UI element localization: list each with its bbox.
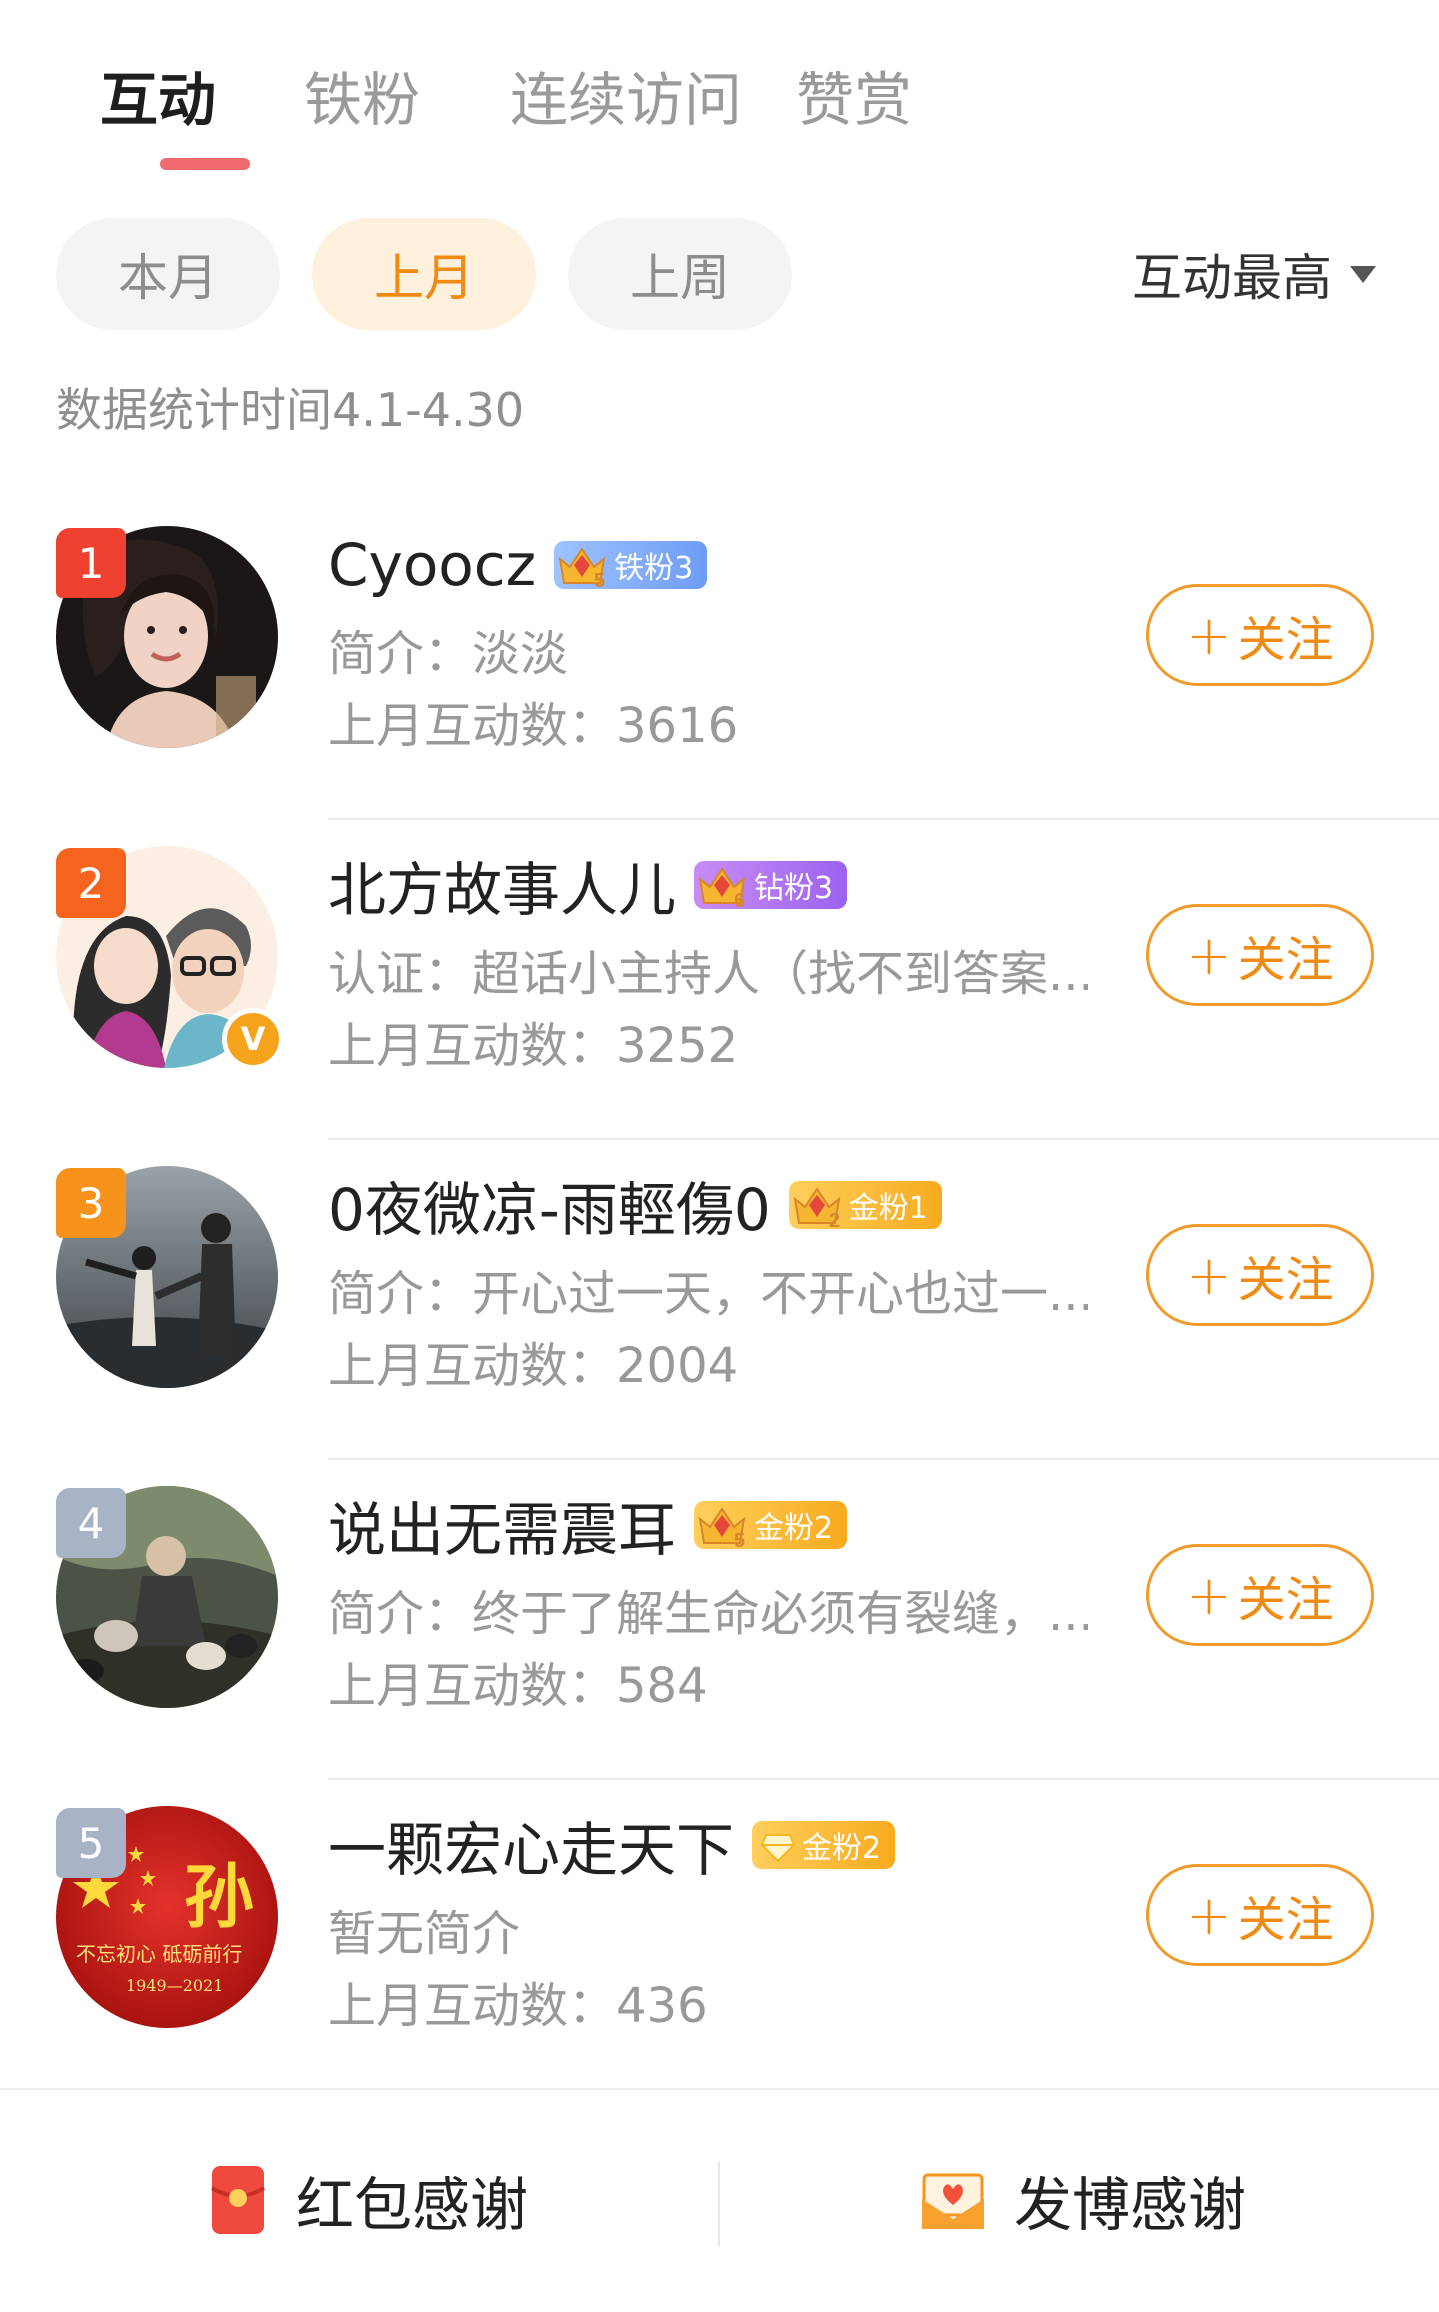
fan-badge-label: 铁粉3 <box>614 551 694 586</box>
list-item[interactable]: 3 0夜微凉-雨輕傷0 2 金粉1 简介：开心过一天，不开心也过一... 上月互… <box>0 1140 1439 1460</box>
name-line: 0夜微凉-雨輕傷0 2 金粉1 <box>328 1170 942 1244</box>
fan-badge: 5 铁粉3 <box>554 541 708 592</box>
avatar-slogan: 不忘初心 砥砺前行 <box>76 1942 242 1966</box>
rank-badge: 3 <box>56 1168 126 1238</box>
red-packet-thanks-button[interactable]: 红包感谢 <box>210 2152 528 2248</box>
follow-label: 关注 <box>1237 1252 1334 1308</box>
tab-interaction[interactable]: 互动 <box>100 58 216 142</box>
fan-badge-label: 钻粉3 <box>754 871 834 906</box>
fan-badge: 金粉2 <box>752 1821 896 1869</box>
verified-icon: V <box>222 1008 284 1070</box>
rank-badge: 4 <box>56 1488 126 1558</box>
name-line: 北方故事人儿 6 钻粉3 <box>328 850 848 924</box>
interaction-count: 上月互动数：436 <box>328 1978 708 2034</box>
fan-level: 5 <box>594 570 605 589</box>
avatar-years: 1949—2021 <box>126 1976 223 1995</box>
crown-icon: 5 <box>554 541 610 592</box>
post-thanks-button[interactable]: 发博感谢 <box>918 2152 1246 2248</box>
red-packet-thanks-label: 红包感谢 <box>296 2171 529 2239</box>
divider <box>718 2162 720 2246</box>
fan-badge: 5 金粉2 <box>694 1501 848 1552</box>
envelope-heart-icon <box>918 2165 988 2235</box>
name-line: 说出无需震耳 5 金粉2 <box>328 1490 848 1564</box>
active-tab-indicator <box>160 158 250 170</box>
tab-iron-fans[interactable]: 铁粉 <box>304 58 420 142</box>
filter-last-month[interactable]: 上月 <box>312 218 536 330</box>
plus-icon: + <box>1186 603 1232 667</box>
fan-level: 2 <box>829 1210 840 1229</box>
fan-badge-label: 金粉2 <box>802 1831 882 1866</box>
filter-last-week[interactable]: 上周 <box>568 218 792 330</box>
follow-label: 关注 <box>1237 932 1334 988</box>
plus-icon: + <box>1186 1243 1232 1307</box>
caret-down-icon <box>1350 265 1376 283</box>
plus-icon: + <box>1186 1883 1232 1947</box>
tab-consecutive-visits[interactable]: 连续访问 <box>510 58 742 142</box>
interaction-count: 上月互动数：3252 <box>328 1018 739 1074</box>
crown-icon: 5 <box>694 1501 750 1552</box>
plus-icon: + <box>1186 923 1232 987</box>
fan-level: 6 <box>734 890 745 909</box>
follow-button[interactable]: + 关注 <box>1146 904 1374 1006</box>
user-description: 认证：超话小主持人（找不到答案... <box>328 946 1088 1002</box>
interaction-count: 上月互动数：2004 <box>328 1338 739 1394</box>
crown-icon: 6 <box>694 861 750 912</box>
sort-dropdown[interactable]: 互动最高 <box>1132 238 1376 310</box>
user-description: 简介：终于了解生命必须有裂缝，... <box>328 1586 1088 1642</box>
fan-level: 5 <box>734 1530 745 1549</box>
rank-badge: 2 <box>56 848 126 918</box>
follow-button[interactable]: + 关注 <box>1146 1544 1374 1646</box>
fan-badge: 2 金粉1 <box>788 1181 942 1232</box>
follow-label: 关注 <box>1237 1892 1334 1948</box>
crown-icon: 2 <box>789 1181 845 1232</box>
username[interactable]: 一颗宏心走天下 <box>328 1803 734 1887</box>
rank-badge: 5 <box>56 1808 126 1878</box>
follow-button[interactable]: + 关注 <box>1146 1864 1374 1966</box>
gem-icon <box>758 1821 798 1869</box>
plus-icon: + <box>1186 1563 1232 1627</box>
post-thanks-label: 发博感谢 <box>1014 2171 1247 2239</box>
username[interactable]: Cyoocz <box>328 531 536 599</box>
tab-rewards[interactable]: 赞赏 <box>796 58 912 142</box>
follow-button[interactable]: + 关注 <box>1146 1224 1374 1326</box>
interaction-count: 上月互动数：3616 <box>328 698 739 754</box>
rank-badge: 1 <box>56 528 126 598</box>
filter-this-month[interactable]: 本月 <box>56 218 280 330</box>
username[interactable]: 说出无需震耳 <box>328 1483 676 1567</box>
follow-button[interactable]: + 关注 <box>1146 584 1374 686</box>
fan-badge: 6 钻粉3 <box>694 861 848 912</box>
avatar-character: 孙 <box>184 1855 254 1938</box>
bottom-action-bar: 红包感谢 发博感谢 <box>0 2088 1439 2312</box>
list-item[interactable]: 4 说出无需震耳 5 金粉2 简介：终于了解生命必须有裂缝，... 上月互动数：… <box>0 1460 1439 1780</box>
top-tab-bar: 互动 铁粉 连续访问 赞赏 <box>0 0 1439 190</box>
list-item[interactable]: 1 Cyoocz 5 铁粉3 简介：淡淡 上月互动数：3616 + 关注 <box>0 500 1439 820</box>
list-item[interactable]: 孙 不忘初心 砥砺前行 1949—2021 5 一颗宏心走天下 金粉2 暂无简介… <box>0 1780 1439 2100</box>
name-line: Cyoocz 5 铁粉3 <box>328 530 708 600</box>
username[interactable]: 北方故事人儿 <box>328 843 676 927</box>
name-line: 一颗宏心走天下 金粉2 <box>328 1810 896 1884</box>
user-description: 简介：开心过一天，不开心也过一... <box>328 1266 1088 1322</box>
fan-badge-label: 金粉2 <box>754 1511 834 1546</box>
follow-label: 关注 <box>1237 1572 1334 1628</box>
user-description: 暂无简介 <box>328 1906 521 1962</box>
sort-label: 互动最高 <box>1132 249 1332 307</box>
fan-ranking-list: 1 Cyoocz 5 铁粉3 简介：淡淡 上月互动数：3616 + 关注 2 V… <box>0 500 1439 2100</box>
username[interactable]: 0夜微凉-雨輕傷0 <box>328 1163 771 1247</box>
follow-label: 关注 <box>1237 612 1334 668</box>
date-range-text: 数据统计时间4.1-4.30 <box>56 383 525 437</box>
red-packet-icon <box>210 2164 266 2236</box>
user-description: 简介：淡淡 <box>328 626 569 682</box>
fan-badge-label: 金粉1 <box>848 1191 928 1226</box>
list-item[interactable]: 2 V 北方故事人儿 6 钻粉3 认证：超话小主持人（找不到答案... 上月互动… <box>0 820 1439 1140</box>
interaction-count: 上月互动数：584 <box>328 1658 708 1714</box>
